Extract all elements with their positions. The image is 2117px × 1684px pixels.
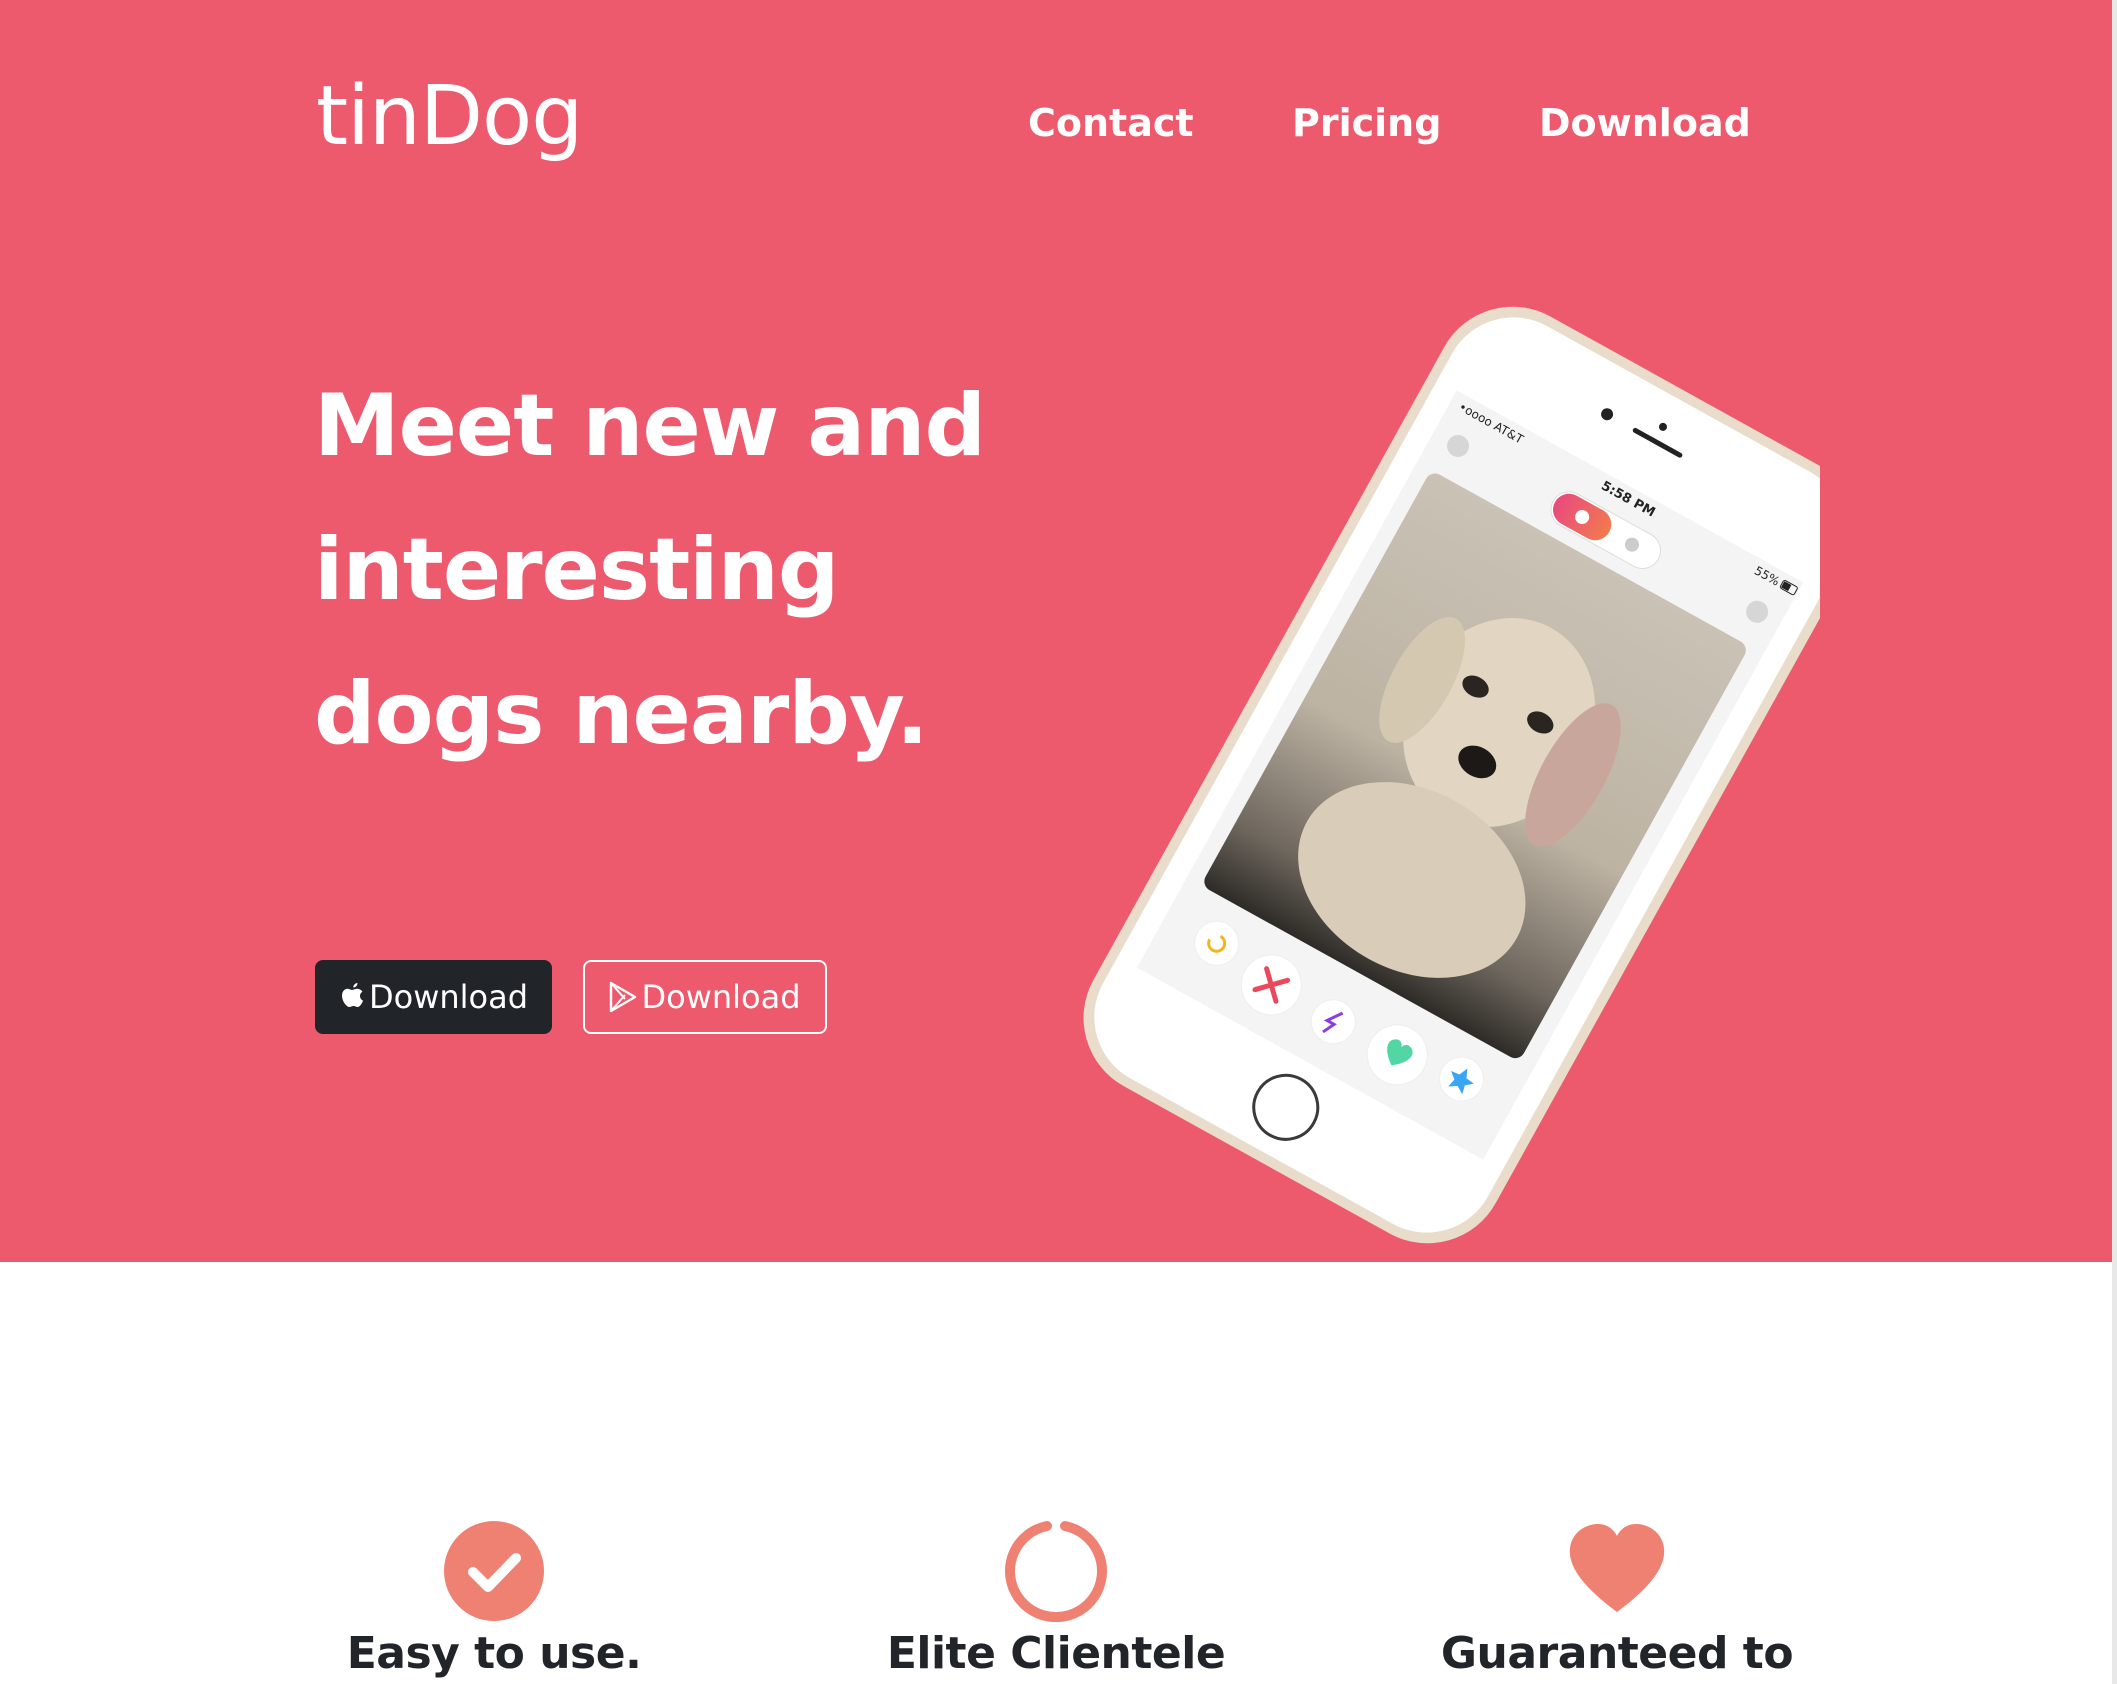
google-download-label: Download: [641, 978, 801, 1016]
heart-icon: [1569, 1524, 1665, 1612]
feature-title-3: Guaranteed to: [1440, 1628, 1794, 1679]
feature-title-1: Easy to use.: [346, 1628, 642, 1679]
circle-notch-icon: [1005, 1521, 1107, 1622]
feature-guaranteed: Guaranteed to: [1317, 1520, 1917, 1684]
hero-section: tinDog Contact Pricing Download Meet new…: [0, 0, 2112, 1262]
apple-download-button[interactable]: Download: [315, 960, 552, 1034]
apple-icon: [339, 982, 365, 1012]
google-play-download-button[interactable]: Download: [583, 960, 827, 1034]
nav-link-pricing[interactable]: Pricing: [1292, 98, 1441, 148]
hero-headline: Meet new and interesting dogs nearby.: [314, 376, 986, 764]
feature-easy-to-use: Easy to use.: [194, 1520, 794, 1684]
brand-logo[interactable]: tinDog: [316, 68, 583, 166]
check-circle-icon: [444, 1521, 544, 1621]
feature-elite-clientele: Elite Clientele: [756, 1520, 1356, 1684]
feature-title-2: Elite Clientele: [886, 1628, 1226, 1679]
phone-mockup: •oooo AT&T 5:58 PM 55%: [1060, 295, 1857, 1245]
google-play-icon: [609, 981, 637, 1013]
apple-download-label: Download: [368, 978, 529, 1016]
nav-link-contact[interactable]: Contact: [1028, 98, 1194, 148]
nav-link-download[interactable]: Download: [1539, 98, 1751, 148]
window-edge: [2112, 0, 2117, 1684]
